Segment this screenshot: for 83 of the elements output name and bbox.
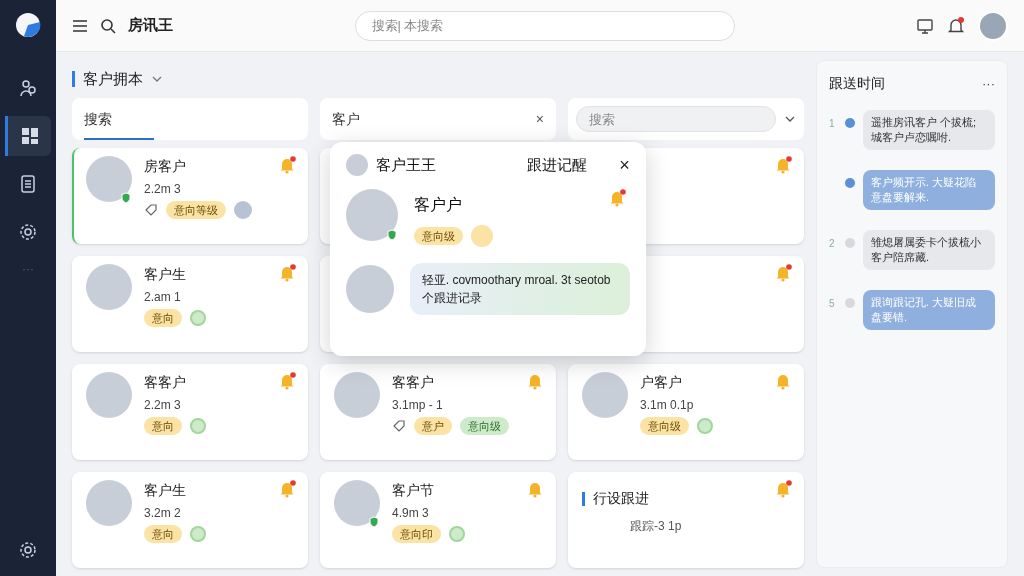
filter-label: 客户 [332, 109, 360, 129]
accent-bar [72, 71, 75, 87]
card-meta: 跟踪-3 1p [629, 518, 683, 535]
avatar [334, 372, 380, 418]
panel-title: 跟送时间 [829, 74, 885, 93]
avatar[interactable] [978, 10, 1008, 41]
customer-card[interactable]: 客客户 2.2m 3 意向 [72, 364, 308, 460]
page-title: 客户拥本 [83, 68, 143, 89]
customer-name: 客户生 [144, 481, 187, 500]
popup-customer: 客户王王 [375, 155, 436, 175]
customer-name: 户客户 [640, 373, 683, 392]
tag: 意向印 [392, 525, 441, 543]
tag: 意向 [144, 417, 182, 435]
bell-icon[interactable] [774, 264, 792, 282]
customer-meta: 3.1mp - 1 [392, 397, 444, 414]
timeline-note: 客户频开示. 大疑花陷意盘要解来. [863, 170, 995, 210]
search-tab[interactable]: 搜索 [72, 98, 308, 140]
bell-icon[interactable] [774, 156, 792, 174]
bell-icon[interactable] [278, 372, 296, 390]
tag: 意户 [414, 417, 452, 435]
avatar [86, 264, 132, 310]
customer-meta: 3.1m 0.1p [640, 397, 695, 414]
avatar [86, 480, 132, 526]
tag: 意向 [144, 525, 182, 543]
timeline-note: 遥推房讯客户 个拔梳;城客户卢恋嘱咐. [863, 110, 995, 150]
close-button[interactable]: × [619, 156, 630, 175]
more-button[interactable]: ··· [982, 73, 995, 94]
customer-meta: 2.am 1 [144, 289, 182, 306]
search-field[interactable]: 搜索 [576, 106, 776, 132]
avatar [334, 480, 380, 526]
popup-title: 跟进记醒 [527, 155, 588, 175]
dashboard-icon [19, 126, 40, 146]
customer-card[interactable]: 客户生 2.am 1 意向 [72, 256, 308, 352]
message-bubble: 轻亚. covmoothary mroal. 3t seotob个跟进记录 [409, 262, 630, 315]
bell-icon[interactable] [278, 156, 296, 174]
settings-icon [18, 222, 38, 242]
customer-meta: 2.2m 3 [144, 397, 182, 414]
people-icon [18, 78, 38, 98]
bell-icon[interactable] [278, 480, 296, 498]
customer-card[interactable]: 房客户 2.2m 3 意向等级 [72, 148, 308, 244]
bell-icon[interactable] [774, 480, 792, 498]
settings-icon[interactable] [18, 540, 38, 560]
step-number: 5 [829, 297, 836, 311]
customer-card[interactable]: 客户节 4.9m 3 意向印 [320, 472, 556, 568]
tag: 意向级 [460, 417, 509, 435]
customer-card[interactable]: 户客户 3.1m 0.1p 意向级 [568, 364, 804, 460]
tag: 意向等级 [166, 201, 226, 219]
customer-name: 客户户 [413, 194, 463, 215]
step-number: 2 [829, 237, 836, 251]
avatar [582, 372, 628, 418]
document-icon [18, 174, 38, 194]
step-number: 1 [829, 117, 836, 131]
search-field[interactable]: 搜索| 本搜索 [354, 10, 735, 41]
customer-name: 客客户 [144, 373, 187, 392]
app-title: 房讯王 [128, 15, 173, 36]
tag: 意向 [144, 309, 182, 327]
customer-card[interactable]: 客客户 3.1mp - 1 意户 意向级 [320, 364, 556, 460]
customer-filter[interactable]: 客户 × [320, 98, 556, 140]
customer-card[interactable]: 行设跟进 跟踪-3 1p [568, 472, 804, 568]
logo-icon [15, 12, 41, 38]
bell-icon[interactable] [278, 264, 296, 282]
clear-button[interactable]: × [535, 108, 544, 130]
avatar [86, 156, 132, 202]
timeline-note: 雏熄屠属委卡个拔梳小客户陪席藏. [863, 230, 995, 270]
customer-meta: 2.2m 3 [144, 181, 182, 198]
avatar [86, 372, 132, 418]
timeline-note: 跟询跟记孔. 大疑旧成盘要错. [863, 290, 995, 330]
tag: 意向级 [413, 226, 463, 245]
customer-meta: 4.9m 3 [392, 505, 430, 522]
customer-name: 房客户 [144, 157, 187, 176]
menu-icon[interactable] [72, 18, 88, 33]
sidebar-item[interactable] [5, 116, 51, 156]
accent-bar [582, 491, 585, 506]
monitor-icon[interactable] [916, 16, 934, 35]
customer-name: 客户节 [392, 481, 435, 500]
card-title: 行设跟进 [593, 489, 649, 508]
avatar [345, 154, 368, 177]
customer-name: 客户生 [144, 265, 187, 284]
customer-card[interactable]: 客户生 3.2m 2 意向 [72, 472, 308, 568]
tag: 意向级 [640, 417, 689, 435]
customer-name: 客客户 [392, 373, 435, 392]
customer-meta: 3.2m 2 [144, 505, 182, 522]
search-icon[interactable] [100, 17, 116, 34]
